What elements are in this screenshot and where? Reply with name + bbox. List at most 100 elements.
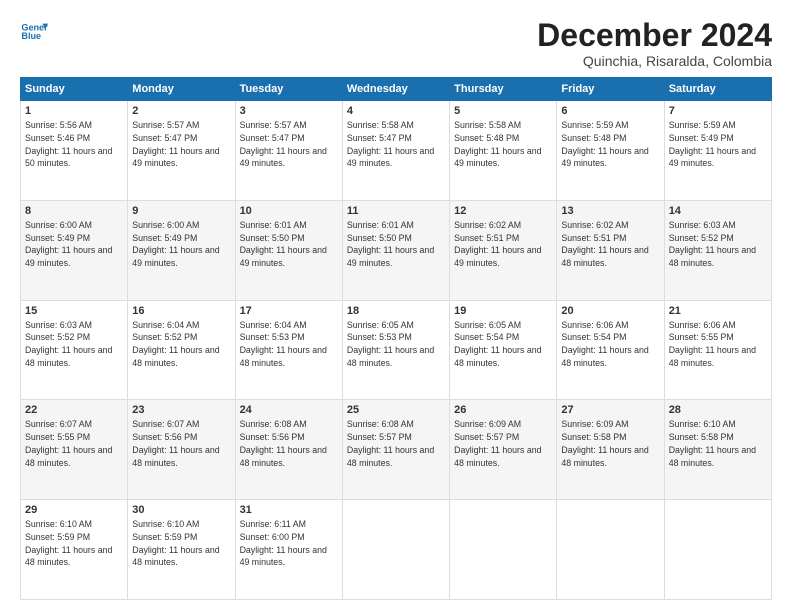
- calendar-week-row: 1Sunrise: 5:56 AMSunset: 5:46 PMDaylight…: [21, 101, 772, 201]
- day-info: Sunrise: 6:08 AMSunset: 5:57 PMDaylight:…: [347, 419, 434, 467]
- header-wednesday: Wednesday: [342, 78, 449, 101]
- table-row: [557, 500, 664, 600]
- day-info: Sunrise: 5:58 AMSunset: 5:47 PMDaylight:…: [347, 120, 434, 168]
- table-row: 11Sunrise: 6:01 AMSunset: 5:50 PMDayligh…: [342, 200, 449, 300]
- header-monday: Monday: [128, 78, 235, 101]
- table-row: 28Sunrise: 6:10 AMSunset: 5:58 PMDayligh…: [664, 400, 771, 500]
- svg-text:Blue: Blue: [21, 31, 41, 41]
- table-row: 18Sunrise: 6:05 AMSunset: 5:53 PMDayligh…: [342, 300, 449, 400]
- logo: General Blue: [20, 18, 48, 46]
- day-number: 29: [25, 503, 123, 518]
- table-row: 2Sunrise: 5:57 AMSunset: 5:47 PMDaylight…: [128, 101, 235, 201]
- table-row: 30Sunrise: 6:10 AMSunset: 5:59 PMDayligh…: [128, 500, 235, 600]
- table-row: 6Sunrise: 5:59 AMSunset: 5:48 PMDaylight…: [557, 101, 664, 201]
- day-number: 24: [240, 403, 338, 418]
- day-number: 11: [347, 204, 445, 219]
- day-info: Sunrise: 6:10 AMSunset: 5:59 PMDaylight:…: [25, 519, 112, 567]
- table-row: 22Sunrise: 6:07 AMSunset: 5:55 PMDayligh…: [21, 400, 128, 500]
- table-row: 4Sunrise: 5:58 AMSunset: 5:47 PMDaylight…: [342, 101, 449, 201]
- table-row: 15Sunrise: 6:03 AMSunset: 5:52 PMDayligh…: [21, 300, 128, 400]
- day-number: 19: [454, 304, 552, 319]
- day-number: 13: [561, 204, 659, 219]
- day-info: Sunrise: 5:56 AMSunset: 5:46 PMDaylight:…: [25, 120, 112, 168]
- day-info: Sunrise: 6:06 AMSunset: 5:54 PMDaylight:…: [561, 320, 648, 368]
- day-number: 10: [240, 204, 338, 219]
- day-number: 4: [347, 104, 445, 119]
- day-number: 23: [132, 403, 230, 418]
- day-info: Sunrise: 6:07 AMSunset: 5:56 PMDaylight:…: [132, 419, 219, 467]
- table-row: 23Sunrise: 6:07 AMSunset: 5:56 PMDayligh…: [128, 400, 235, 500]
- table-row: 21Sunrise: 6:06 AMSunset: 5:55 PMDayligh…: [664, 300, 771, 400]
- day-info: Sunrise: 6:09 AMSunset: 5:58 PMDaylight:…: [561, 419, 648, 467]
- day-number: 28: [669, 403, 767, 418]
- page-subtitle: Quinchia, Risaralda, Colombia: [537, 53, 772, 69]
- day-number: 26: [454, 403, 552, 418]
- day-number: 27: [561, 403, 659, 418]
- day-number: 7: [669, 104, 767, 119]
- page: General Blue December 2024 Quinchia, Ris…: [0, 0, 792, 612]
- day-info: Sunrise: 5:57 AMSunset: 5:47 PMDaylight:…: [240, 120, 327, 168]
- day-number: 17: [240, 304, 338, 319]
- day-number: 25: [347, 403, 445, 418]
- day-number: 14: [669, 204, 767, 219]
- day-info: Sunrise: 6:05 AMSunset: 5:53 PMDaylight:…: [347, 320, 434, 368]
- title-block: December 2024 Quinchia, Risaralda, Colom…: [537, 18, 772, 69]
- day-number: 6: [561, 104, 659, 119]
- day-info: Sunrise: 6:05 AMSunset: 5:54 PMDaylight:…: [454, 320, 541, 368]
- calendar-week-row: 29Sunrise: 6:10 AMSunset: 5:59 PMDayligh…: [21, 500, 772, 600]
- table-row: 8Sunrise: 6:00 AMSunset: 5:49 PMDaylight…: [21, 200, 128, 300]
- day-info: Sunrise: 6:01 AMSunset: 5:50 PMDaylight:…: [240, 220, 327, 268]
- day-number: 31: [240, 503, 338, 518]
- day-number: 30: [132, 503, 230, 518]
- day-info: Sunrise: 6:06 AMSunset: 5:55 PMDaylight:…: [669, 320, 756, 368]
- day-info: Sunrise: 6:08 AMSunset: 5:56 PMDaylight:…: [240, 419, 327, 467]
- table-row: 3Sunrise: 5:57 AMSunset: 5:47 PMDaylight…: [235, 101, 342, 201]
- calendar-header-row: Sunday Monday Tuesday Wednesday Thursday…: [21, 78, 772, 101]
- header-tuesday: Tuesday: [235, 78, 342, 101]
- calendar-week-row: 22Sunrise: 6:07 AMSunset: 5:55 PMDayligh…: [21, 400, 772, 500]
- table-row: [664, 500, 771, 600]
- table-row: 17Sunrise: 6:04 AMSunset: 5:53 PMDayligh…: [235, 300, 342, 400]
- table-row: 25Sunrise: 6:08 AMSunset: 5:57 PMDayligh…: [342, 400, 449, 500]
- table-row: 16Sunrise: 6:04 AMSunset: 5:52 PMDayligh…: [128, 300, 235, 400]
- day-number: 8: [25, 204, 123, 219]
- day-info: Sunrise: 6:10 AMSunset: 5:58 PMDaylight:…: [669, 419, 756, 467]
- day-info: Sunrise: 5:59 AMSunset: 5:49 PMDaylight:…: [669, 120, 756, 168]
- table-row: 26Sunrise: 6:09 AMSunset: 5:57 PMDayligh…: [450, 400, 557, 500]
- day-number: 21: [669, 304, 767, 319]
- day-number: 20: [561, 304, 659, 319]
- day-number: 16: [132, 304, 230, 319]
- day-info: Sunrise: 6:00 AMSunset: 5:49 PMDaylight:…: [132, 220, 219, 268]
- table-row: 20Sunrise: 6:06 AMSunset: 5:54 PMDayligh…: [557, 300, 664, 400]
- day-info: Sunrise: 6:03 AMSunset: 5:52 PMDaylight:…: [25, 320, 112, 368]
- day-info: Sunrise: 6:03 AMSunset: 5:52 PMDaylight:…: [669, 220, 756, 268]
- table-row: 14Sunrise: 6:03 AMSunset: 5:52 PMDayligh…: [664, 200, 771, 300]
- day-number: 18: [347, 304, 445, 319]
- day-number: 12: [454, 204, 552, 219]
- page-title: December 2024: [537, 18, 772, 53]
- day-info: Sunrise: 6:01 AMSunset: 5:50 PMDaylight:…: [347, 220, 434, 268]
- day-info: Sunrise: 6:02 AMSunset: 5:51 PMDaylight:…: [561, 220, 648, 268]
- day-number: 5: [454, 104, 552, 119]
- table-row: 9Sunrise: 6:00 AMSunset: 5:49 PMDaylight…: [128, 200, 235, 300]
- header: General Blue December 2024 Quinchia, Ris…: [20, 18, 772, 69]
- day-number: 1: [25, 104, 123, 119]
- header-saturday: Saturday: [664, 78, 771, 101]
- table-row: 27Sunrise: 6:09 AMSunset: 5:58 PMDayligh…: [557, 400, 664, 500]
- table-row: 29Sunrise: 6:10 AMSunset: 5:59 PMDayligh…: [21, 500, 128, 600]
- header-sunday: Sunday: [21, 78, 128, 101]
- day-number: 22: [25, 403, 123, 418]
- table-row: [342, 500, 449, 600]
- day-info: Sunrise: 5:59 AMSunset: 5:48 PMDaylight:…: [561, 120, 648, 168]
- day-number: 9: [132, 204, 230, 219]
- day-info: Sunrise: 5:58 AMSunset: 5:48 PMDaylight:…: [454, 120, 541, 168]
- table-row: 5Sunrise: 5:58 AMSunset: 5:48 PMDaylight…: [450, 101, 557, 201]
- table-row: 31Sunrise: 6:11 AMSunset: 6:00 PMDayligh…: [235, 500, 342, 600]
- day-info: Sunrise: 6:04 AMSunset: 5:52 PMDaylight:…: [132, 320, 219, 368]
- day-info: Sunrise: 5:57 AMSunset: 5:47 PMDaylight:…: [132, 120, 219, 168]
- day-info: Sunrise: 6:07 AMSunset: 5:55 PMDaylight:…: [25, 419, 112, 467]
- table-row: 7Sunrise: 5:59 AMSunset: 5:49 PMDaylight…: [664, 101, 771, 201]
- calendar-week-row: 8 Sunrise: 6:00 AMSunset: 5:49 PMDaylight…: [21, 200, 772, 300]
- day-info: Sunrise: 6:04 AMSunset: 5:53 PMDaylight:…: [240, 320, 327, 368]
- table-row: 24Sunrise: 6:08 AMSunset: 5:56 PMDayligh…: [235, 400, 342, 500]
